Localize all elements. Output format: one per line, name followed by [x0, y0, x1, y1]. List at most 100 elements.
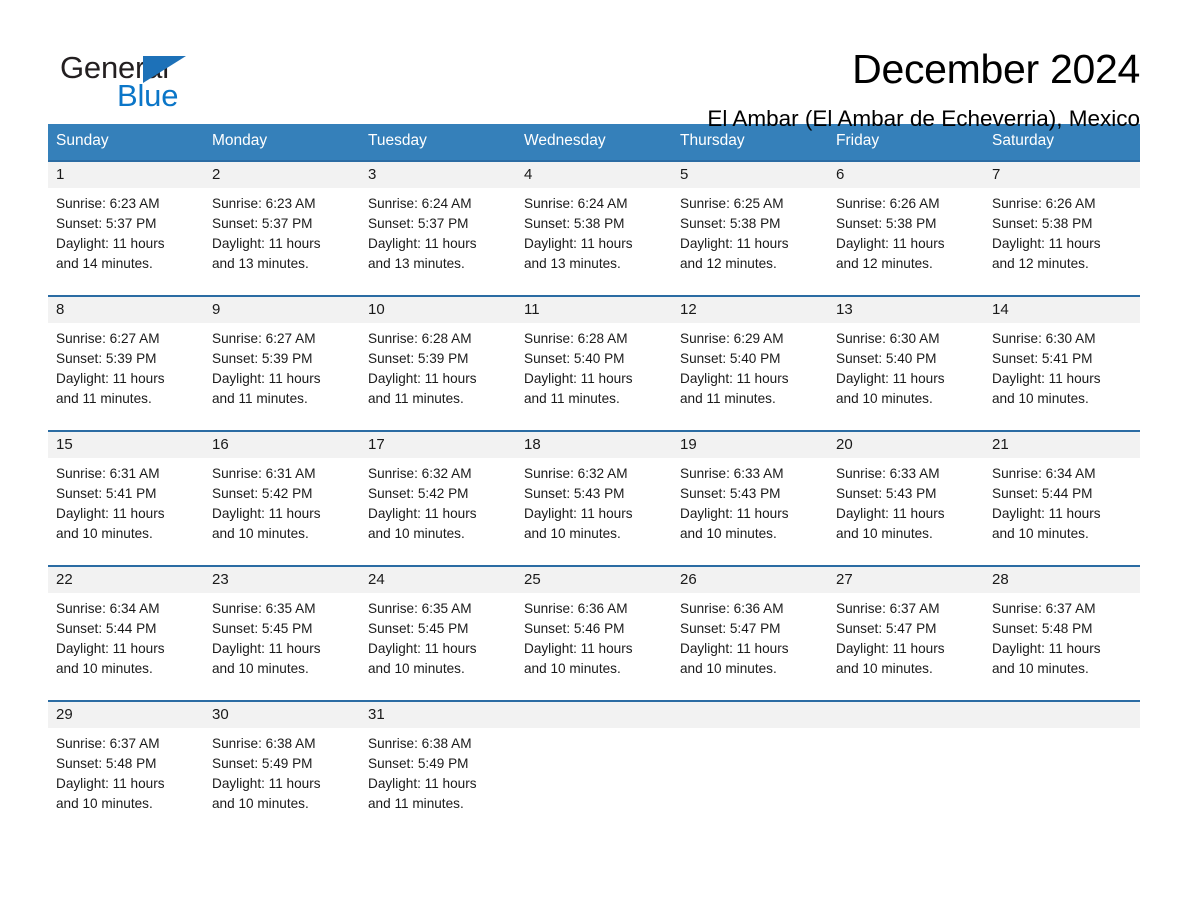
day-cell[interactable]: 12 Sunrise: 6:29 AM Sunset: 5:40 PM Dayl… — [672, 296, 828, 430]
daylight-text-line2: and 10 minutes. — [368, 526, 465, 542]
day-number: 21 — [984, 431, 1140, 458]
day-number: 6 — [828, 161, 984, 188]
calendar-grid: Sunday Monday Tuesday Wednesday Thursday… — [48, 124, 1140, 835]
day-number: 23 — [204, 566, 360, 593]
day-cell[interactable]: 24 Sunrise: 6:35 AM Sunset: 5:45 PM Dayl… — [360, 566, 516, 700]
day-details — [984, 728, 1140, 734]
day-cell[interactable]: 9 Sunrise: 6:27 AM Sunset: 5:39 PM Dayli… — [204, 296, 360, 430]
day-cell[interactable]: 20 Sunrise: 6:33 AM Sunset: 5:43 PM Dayl… — [828, 431, 984, 565]
daylight-text-line1: Daylight: 11 hours — [992, 506, 1101, 521]
daylight-text-line1: Daylight: 11 hours — [368, 776, 477, 791]
day-number: 19 — [672, 431, 828, 458]
daylight-text-line2: and 11 minutes. — [56, 391, 152, 407]
day-number: 24 — [360, 566, 516, 593]
sunset-text: Sunset: 5:48 PM — [56, 755, 157, 771]
day-details: Sunrise: 6:27 AM Sunset: 5:39 PM Dayligh… — [48, 323, 204, 410]
day-number: 28 — [984, 566, 1140, 593]
daylight-text-line1: Daylight: 11 hours — [212, 776, 321, 791]
day-cell[interactable]: 22 Sunrise: 6:34 AM Sunset: 5:44 PM Dayl… — [48, 566, 204, 700]
daylight-text-line2: and 10 minutes. — [992, 661, 1089, 677]
sunset-text: Sunset: 5:48 PM — [992, 620, 1093, 636]
day-cell[interactable]: 30 Sunrise: 6:38 AM Sunset: 5:49 PM Dayl… — [204, 701, 360, 835]
sunset-text: Sunset: 5:40 PM — [524, 350, 625, 366]
daylight-text-line2: and 10 minutes. — [836, 526, 933, 542]
day-details: Sunrise: 6:24 AM Sunset: 5:37 PM Dayligh… — [360, 188, 516, 275]
day-cell[interactable]: 5 Sunrise: 6:25 AM Sunset: 5:38 PM Dayli… — [672, 161, 828, 295]
day-cell[interactable]: 4 Sunrise: 6:24 AM Sunset: 5:38 PM Dayli… — [516, 161, 672, 295]
day-details: Sunrise: 6:26 AM Sunset: 5:38 PM Dayligh… — [828, 188, 984, 275]
day-cell[interactable]: 27 Sunrise: 6:37 AM Sunset: 5:47 PM Dayl… — [828, 566, 984, 700]
sunrise-text: Sunrise: 6:33 AM — [836, 465, 940, 481]
day-number: 27 — [828, 566, 984, 593]
daylight-text-line1: Daylight: 11 hours — [836, 236, 945, 251]
day-cell[interactable]: 16 Sunrise: 6:31 AM Sunset: 5:42 PM Dayl… — [204, 431, 360, 565]
weekday-header-saturday: Saturday — [992, 132, 1055, 149]
sunrise-text: Sunrise: 6:23 AM — [56, 195, 160, 211]
day-cell[interactable]: 28 Sunrise: 6:37 AM Sunset: 5:48 PM Dayl… — [984, 566, 1140, 700]
day-details: Sunrise: 6:32 AM Sunset: 5:42 PM Dayligh… — [360, 458, 516, 545]
daylight-text-line1: Daylight: 11 hours — [524, 236, 633, 251]
day-number: 7 — [984, 161, 1140, 188]
day-cell[interactable]: 25 Sunrise: 6:36 AM Sunset: 5:46 PM Dayl… — [516, 566, 672, 700]
day-cell[interactable]: 11 Sunrise: 6:28 AM Sunset: 5:40 PM Dayl… — [516, 296, 672, 430]
sunrise-text: Sunrise: 6:24 AM — [368, 195, 472, 211]
daylight-text-line2: and 11 minutes. — [368, 796, 464, 812]
day-cell[interactable]: 21 Sunrise: 6:34 AM Sunset: 5:44 PM Dayl… — [984, 431, 1140, 565]
day-cell[interactable]: 15 Sunrise: 6:31 AM Sunset: 5:41 PM Dayl… — [48, 431, 204, 565]
day-cell[interactable]: 8 Sunrise: 6:27 AM Sunset: 5:39 PM Dayli… — [48, 296, 204, 430]
daylight-text-line2: and 13 minutes. — [368, 256, 465, 272]
daylight-text-line1: Daylight: 11 hours — [368, 506, 477, 521]
day-cell[interactable]: 19 Sunrise: 6:33 AM Sunset: 5:43 PM Dayl… — [672, 431, 828, 565]
daylight-text-line2: and 10 minutes. — [992, 391, 1089, 407]
day-number: 9 — [204, 296, 360, 323]
day-number: 16 — [204, 431, 360, 458]
day-number: 26 — [672, 566, 828, 593]
day-number — [672, 701, 828, 728]
day-details: Sunrise: 6:37 AM Sunset: 5:48 PM Dayligh… — [984, 593, 1140, 680]
day-cell[interactable]: 18 Sunrise: 6:32 AM Sunset: 5:43 PM Dayl… — [516, 431, 672, 565]
day-details: Sunrise: 6:35 AM Sunset: 5:45 PM Dayligh… — [360, 593, 516, 680]
sunrise-text: Sunrise: 6:26 AM — [836, 195, 940, 211]
sunset-text: Sunset: 5:38 PM — [836, 215, 937, 231]
day-details: Sunrise: 6:28 AM Sunset: 5:39 PM Dayligh… — [360, 323, 516, 410]
day-details: Sunrise: 6:34 AM Sunset: 5:44 PM Dayligh… — [48, 593, 204, 680]
day-cell[interactable]: 2 Sunrise: 6:23 AM Sunset: 5:37 PM Dayli… — [204, 161, 360, 295]
sunset-text: Sunset: 5:42 PM — [368, 485, 469, 501]
day-cell[interactable]: 7 Sunrise: 6:26 AM Sunset: 5:38 PM Dayli… — [984, 161, 1140, 295]
day-cell[interactable]: 26 Sunrise: 6:36 AM Sunset: 5:47 PM Dayl… — [672, 566, 828, 700]
sunset-text: Sunset: 5:39 PM — [56, 350, 157, 366]
sunset-text: Sunset: 5:49 PM — [212, 755, 313, 771]
day-cell[interactable]: 31 Sunrise: 6:38 AM Sunset: 5:49 PM Dayl… — [360, 701, 516, 835]
day-number: 20 — [828, 431, 984, 458]
daylight-text-line2: and 10 minutes. — [680, 661, 777, 677]
day-cell[interactable]: 6 Sunrise: 6:26 AM Sunset: 5:38 PM Dayli… — [828, 161, 984, 295]
day-number: 1 — [48, 161, 204, 188]
day-cell[interactable]: 3 Sunrise: 6:24 AM Sunset: 5:37 PM Dayli… — [360, 161, 516, 295]
day-cell[interactable]: 14 Sunrise: 6:30 AM Sunset: 5:41 PM Dayl… — [984, 296, 1140, 430]
day-cell[interactable]: 23 Sunrise: 6:35 AM Sunset: 5:45 PM Dayl… — [204, 566, 360, 700]
day-number: 22 — [48, 566, 204, 593]
daylight-text-line1: Daylight: 11 hours — [992, 641, 1101, 656]
daylight-text-line1: Daylight: 11 hours — [836, 371, 945, 386]
day-number: 8 — [48, 296, 204, 323]
day-number — [516, 701, 672, 728]
sunset-text: Sunset: 5:45 PM — [368, 620, 469, 636]
day-cell[interactable]: 13 Sunrise: 6:30 AM Sunset: 5:40 PM Dayl… — [828, 296, 984, 430]
sunrise-text: Sunrise: 6:38 AM — [212, 735, 316, 751]
day-details: Sunrise: 6:30 AM Sunset: 5:40 PM Dayligh… — [828, 323, 984, 410]
day-cell[interactable]: 29 Sunrise: 6:37 AM Sunset: 5:48 PM Dayl… — [48, 701, 204, 835]
day-cell[interactable]: 10 Sunrise: 6:28 AM Sunset: 5:39 PM Dayl… — [360, 296, 516, 430]
daylight-text-line2: and 10 minutes. — [680, 526, 777, 542]
week-row: 22 Sunrise: 6:34 AM Sunset: 5:44 PM Dayl… — [48, 564, 1140, 700]
day-cell[interactable]: 17 Sunrise: 6:32 AM Sunset: 5:42 PM Dayl… — [360, 431, 516, 565]
page-title: December 2024 — [852, 46, 1140, 92]
sunset-text: Sunset: 5:37 PM — [212, 215, 313, 231]
generalblue-logo[interactable]: General Blue — [48, 48, 248, 122]
day-details: Sunrise: 6:35 AM Sunset: 5:45 PM Dayligh… — [204, 593, 360, 680]
sunrise-text: Sunrise: 6:31 AM — [212, 465, 316, 481]
day-number: 11 — [516, 296, 672, 323]
day-number: 25 — [516, 566, 672, 593]
day-details: Sunrise: 6:24 AM Sunset: 5:38 PM Dayligh… — [516, 188, 672, 275]
sunrise-text: Sunrise: 6:35 AM — [212, 600, 316, 616]
day-cell[interactable]: 1 Sunrise: 6:23 AM Sunset: 5:37 PM Dayli… — [48, 161, 204, 295]
